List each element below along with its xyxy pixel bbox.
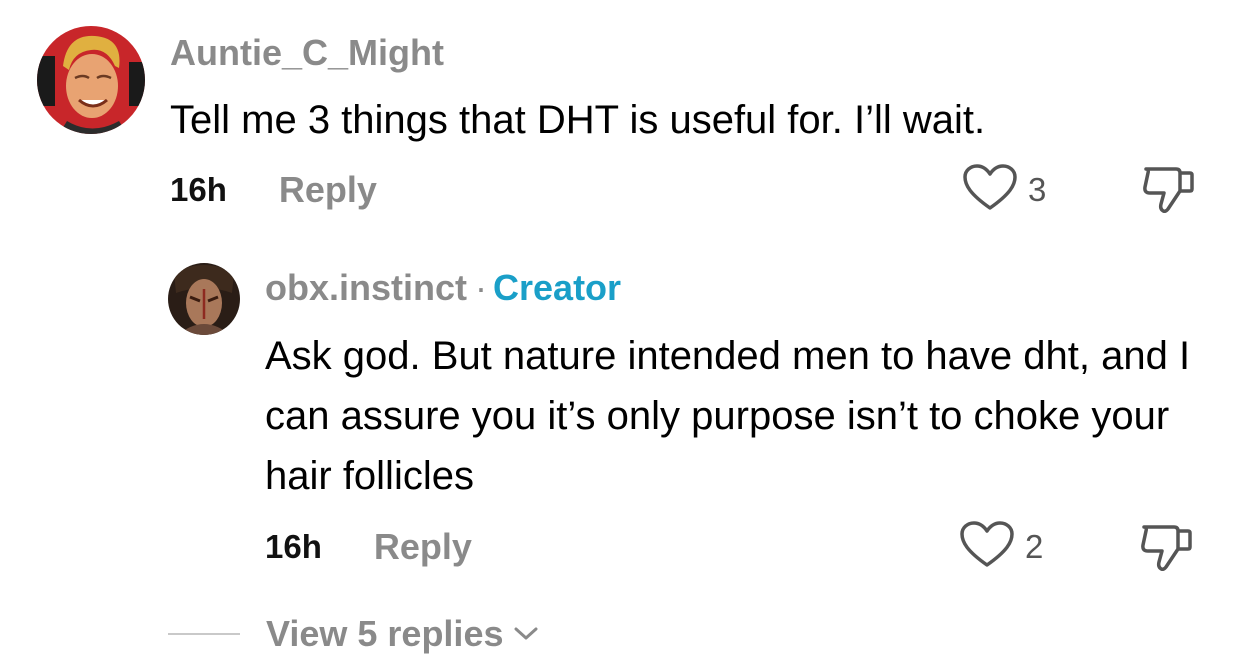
thumbs-down-icon: [1140, 167, 1196, 219]
comment-username[interactable]: Auntie_C_Might: [170, 33, 444, 73]
view-replies-label: View 5 replies: [266, 613, 504, 654]
reply-timestamp: 16h: [265, 528, 322, 565]
like-button[interactable]: 3: [962, 163, 1047, 218]
chevron-down-icon: [511, 624, 541, 649]
reply-username-row: obx.instinct · Creator: [265, 268, 621, 308]
like-count: 3: [1028, 171, 1047, 208]
comment-timestamp: 16h: [170, 171, 227, 208]
reply-username[interactable]: obx.instinct: [265, 267, 467, 308]
heart-outline-icon: [962, 163, 1018, 218]
separator: ·: [475, 267, 488, 308]
like-count: 2: [1025, 528, 1044, 565]
creator-badge: Creator: [493, 267, 622, 308]
dislike-button[interactable]: [1138, 521, 1194, 578]
like-button[interactable]: 2: [959, 520, 1044, 575]
view-replies-button[interactable]: View 5 replies: [168, 612, 541, 656]
avatar[interactable]: [168, 263, 240, 335]
reply-text: Ask god. But nature intended men to have…: [265, 334, 1191, 498]
thumbs-down-icon: [1138, 525, 1194, 577]
heart-outline-icon: [959, 520, 1015, 575]
avatar[interactable]: [37, 26, 145, 134]
divider: [168, 633, 240, 635]
reply-meta: 16h Reply: [265, 526, 472, 568]
reply-button[interactable]: Reply: [279, 169, 377, 211]
comment-meta: 16h Reply: [170, 169, 377, 211]
dislike-button[interactable]: [1140, 163, 1196, 220]
comment-text: Tell me 3 things that DHT is useful for.…: [170, 98, 986, 142]
reply-button[interactable]: Reply: [374, 526, 472, 568]
